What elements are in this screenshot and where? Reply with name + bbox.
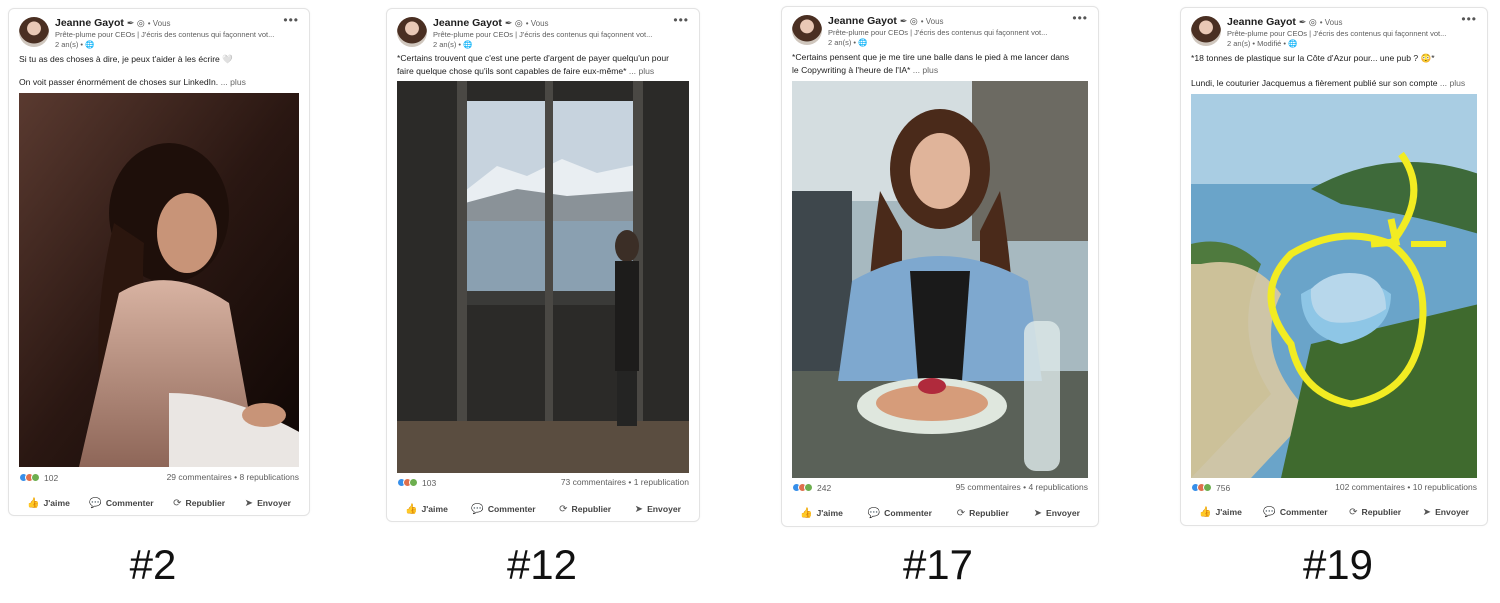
more-options-icon[interactable]: ••• xyxy=(283,13,299,27)
action-bar: 👍 J'aime 💬 Commenter ⟳ Republier ➤ Envoyer xyxy=(792,505,1088,521)
rank-label-2: #2 xyxy=(129,541,177,588)
post-card-2: Jeanne Gayot ✒ ◎ • Vous Prête-plume pour … xyxy=(8,8,310,516)
post-card-12: Jeanne Gayot ✒ ◎ • Vous Prête-plume pour … xyxy=(386,8,700,522)
comment-icon: 💬 xyxy=(471,503,484,515)
send-button[interactable]: ➤ Envoyer xyxy=(1415,504,1477,520)
post-image[interactable] xyxy=(19,93,299,467)
comments-reposts-count[interactable]: 102 commentaires • 10 republications xyxy=(1335,482,1477,492)
post-stats: 756 102 commentaires • 10 republications xyxy=(1191,482,1477,494)
send-icon: ➤ xyxy=(634,503,644,515)
post-card-19: Jeanne Gayot ✒ ◎ • Vous Prête-plume pour … xyxy=(1180,7,1488,526)
post-meta: 2 an(s) • 🌐 xyxy=(828,38,868,47)
like-button[interactable]: 👍 J'aime xyxy=(792,505,851,521)
reactions-icon[interactable] xyxy=(792,483,816,493)
post-text: Si tu as des choses à dire, je peux t'ai… xyxy=(19,54,246,87)
post-image[interactable] xyxy=(792,81,1088,478)
author-name[interactable]: Jeanne Gayot ✒ ◎ • Vous xyxy=(55,17,171,29)
verified-badge-icon: ✒ ◎ xyxy=(1298,17,1317,27)
avatar[interactable] xyxy=(1191,16,1221,46)
action-bar: 👍 J'aime 💬 Commenter ⟳ Republier ➤ Envoyer xyxy=(397,501,689,517)
comment-button[interactable]: 💬 Commenter xyxy=(860,505,940,521)
author-subtitle: Prête-plume pour CEOs | J'écris des cont… xyxy=(1227,29,1447,38)
see-more-link[interactable]: ... plus xyxy=(221,77,246,87)
author-subtitle: Prête-plume pour CEOs | J'écris des cont… xyxy=(55,30,275,39)
verified-badge-icon: ✒ ◎ xyxy=(126,18,145,28)
author-name[interactable]: Jeanne Gayot ✒ ◎ • Vous xyxy=(433,17,549,29)
repost-icon: ⟳ xyxy=(559,503,568,515)
avatar[interactable] xyxy=(792,15,822,45)
like-icon: 👍 xyxy=(405,503,418,515)
more-options-icon[interactable]: ••• xyxy=(1072,11,1088,25)
rank-label-17: #17 xyxy=(902,541,974,588)
post-stats: 103 73 commentaires • 1 republication xyxy=(397,477,689,489)
author-name[interactable]: Jeanne Gayot ✒ ◎ • Vous xyxy=(1227,16,1343,28)
post-image[interactable] xyxy=(397,81,689,473)
post-header: Jeanne Gayot ✒ ◎ • Vous Prête-plume pour … xyxy=(1191,12,1477,56)
repost-icon: ⟳ xyxy=(956,507,966,519)
like-icon: 👍 xyxy=(27,497,40,509)
send-button[interactable]: ➤ Envoyer xyxy=(237,495,299,511)
send-icon: ➤ xyxy=(244,497,254,509)
like-button[interactable]: 👍 J'aime xyxy=(19,495,78,511)
post-header: Jeanne Gayot ✒ ◎ • Vous Prête-plume pour … xyxy=(397,13,689,57)
verified-badge-icon: ✒ ◎ xyxy=(899,16,918,26)
comments-reposts-count[interactable]: 73 commentaires • 1 republication xyxy=(561,477,689,487)
repost-button[interactable]: ⟳ Republier xyxy=(1341,504,1409,520)
author-subtitle: Prête-plume pour CEOs | J'écris des cont… xyxy=(433,30,653,39)
comment-button[interactable]: 💬 Commenter xyxy=(463,501,543,517)
reactions-icon[interactable] xyxy=(397,478,421,488)
comments-reposts-count[interactable]: 29 commentaires • 8 republications xyxy=(167,472,299,482)
comment-icon: 💬 xyxy=(1263,506,1276,518)
send-icon: ➤ xyxy=(1033,507,1043,519)
post-stats: 102 29 commentaires • 8 republications xyxy=(19,472,299,484)
post-text: *Certains pensent que je me tire une bal… xyxy=(792,52,1070,75)
reactions-icon[interactable] xyxy=(19,473,43,483)
send-button[interactable]: ➤ Envoyer xyxy=(1026,505,1088,521)
avatar[interactable] xyxy=(19,17,49,47)
comments-reposts-count[interactable]: 95 commentaires • 4 republications xyxy=(956,482,1088,492)
post-header: Jeanne Gayot ✒ ◎ • Vous Prête-plume pour … xyxy=(19,13,299,57)
repost-icon: ⟳ xyxy=(173,497,182,509)
repost-button[interactable]: ⟳ Republier xyxy=(165,495,233,511)
comment-button[interactable]: 💬 Commenter xyxy=(1255,504,1335,520)
comment-icon: 💬 xyxy=(89,497,102,509)
send-button[interactable]: ➤ Envoyer xyxy=(627,501,689,517)
author-name[interactable]: Jeanne Gayot ✒ ◎ • Vous xyxy=(828,15,944,27)
action-bar: 👍 J'aime 💬 Commenter ⟳ Republier ➤ Envoyer xyxy=(1191,504,1477,520)
like-icon: 👍 xyxy=(1199,506,1212,518)
reactions-icon[interactable] xyxy=(1191,483,1215,493)
send-icon: ➤ xyxy=(1422,506,1432,518)
post-text: *Certains trouvent que c'est une perte d… xyxy=(397,53,669,76)
more-options-icon[interactable]: ••• xyxy=(1461,12,1477,26)
like-icon: 👍 xyxy=(800,507,813,519)
rank-label-19: #19 xyxy=(1302,541,1374,588)
post-card-17: Jeanne Gayot ✒ ◎ • Vous Prête-plume pour … xyxy=(781,6,1099,527)
see-more-link[interactable]: ... plus xyxy=(1440,78,1465,88)
action-bar: 👍 J'aime 💬 Commenter ⟳ Republier ➤ Envoyer xyxy=(19,495,299,511)
comment-icon: 💬 xyxy=(867,507,881,519)
repost-button[interactable]: ⟳ Republier xyxy=(551,501,619,517)
repost-button[interactable]: ⟳ Republier xyxy=(949,505,1017,521)
see-more-link[interactable]: ... plus xyxy=(629,66,654,76)
post-meta: 2 an(s) • 🌐 xyxy=(433,40,473,49)
like-button[interactable]: 👍 J'aime xyxy=(397,501,456,517)
see-more-link[interactable]: ... plus xyxy=(913,65,938,75)
post-image[interactable] xyxy=(1191,94,1477,478)
avatar[interactable] xyxy=(397,17,427,47)
rank-label-12: #12 xyxy=(506,541,578,588)
post-meta: 2 an(s) • 🌐 xyxy=(55,40,95,49)
more-options-icon[interactable]: ••• xyxy=(673,13,689,27)
repost-icon: ⟳ xyxy=(1349,506,1358,518)
post-header: Jeanne Gayot ✒ ◎ • Vous Prête-plume pour … xyxy=(792,11,1088,55)
comment-button[interactable]: 💬 Commenter xyxy=(81,495,161,511)
verified-badge-icon: ✒ ◎ xyxy=(504,18,523,28)
post-meta: 2 an(s) • Modifié • 🌐 xyxy=(1227,39,1298,48)
post-stats: 242 95 commentaires • 4 republications xyxy=(792,482,1088,494)
post-text: *18 tonnes de plastique sur la Côte d'Az… xyxy=(1191,53,1466,88)
author-subtitle: Prête-plume pour CEOs | J'écris des cont… xyxy=(828,28,1048,37)
like-button[interactable]: 👍 J'aime xyxy=(1191,504,1250,520)
